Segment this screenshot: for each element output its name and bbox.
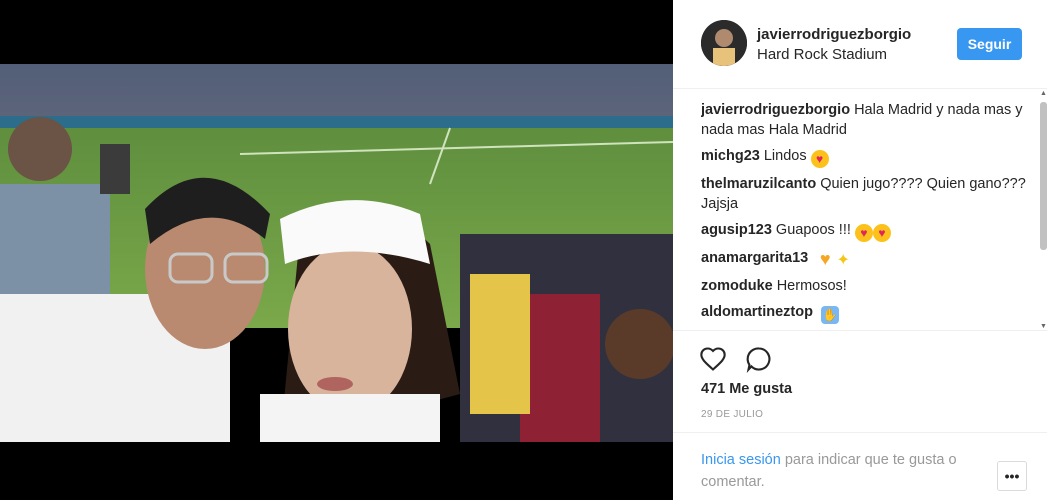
list-item: michg23 Lindos ♥	[701, 146, 1031, 168]
post-date: 29 DE JULIO	[701, 409, 764, 420]
comment-username[interactable]: anamargarita13	[701, 250, 808, 266]
list-item: anamargarita13 ♥ ✦	[701, 248, 1031, 270]
location[interactable]: Hard Rock Stadium	[757, 46, 887, 63]
post-actions: 471 Me gusta 29 DE JULIO	[673, 330, 1047, 420]
comment-username[interactable]: thelmaruzilcanto	[701, 176, 816, 192]
comment-text: Lindos	[763, 148, 807, 164]
comments-scrollbar[interactable]: ▲ ▼	[1040, 88, 1047, 330]
raised-hands-emoji-icon: ✋	[821, 306, 840, 324]
sparkles-emoji-icon: ✦	[836, 252, 850, 269]
list-item: agusip123 Guapoos !!! ♥ ♥	[701, 220, 1031, 242]
login-text: Inicia sesión para indicar que te gusta …	[701, 449, 981, 493]
post-sidebar: javierrodriguezborgio Hard Rock Stadium …	[673, 0, 1047, 500]
scroll-up-arrow-icon[interactable]: ▲	[1040, 90, 1047, 97]
heart-eyes-emoji-icon: ♥	[854, 224, 873, 242]
comment-username[interactable]: zomoduke	[701, 278, 773, 294]
scroll-thumb[interactable]	[1040, 102, 1047, 250]
heart-eyes-emoji-icon: ♥	[810, 150, 829, 168]
like-count[interactable]: 471 Me gusta	[701, 381, 792, 397]
photo-panel	[0, 0, 673, 500]
login-prompt: Inicia sesión para indicar que te gusta …	[673, 432, 1047, 501]
list-item: thelmaruzilcanto Quien jugo???? Quien gan…	[701, 174, 1031, 214]
scroll-down-arrow-icon[interactable]: ▼	[1040, 323, 1047, 330]
comment-username[interactable]: agusip123	[701, 222, 772, 238]
heart-eyes-emoji-icon: ♥	[872, 224, 891, 242]
comments-list: javierrodriguezborgio Hala Madrid y nada …	[701, 100, 1031, 332]
comment-username[interactable]: michg23	[701, 148, 760, 164]
comment-username[interactable]: javierrodriguezborgio	[701, 102, 850, 118]
list-item: aldomartineztop ✋	[701, 302, 1031, 324]
yellow-heart-emoji-icon: ♥	[819, 249, 831, 269]
comment-text: Hermosos!	[776, 278, 847, 294]
avatar[interactable]	[701, 20, 747, 66]
post-photo[interactable]	[0, 64, 673, 442]
comment-text: Guapoos !!!	[775, 222, 851, 238]
comment-bubble-icon[interactable]	[745, 345, 773, 373]
comment-username[interactable]: aldomartineztop	[701, 304, 813, 320]
post-header: javierrodriguezborgio Hard Rock Stadium …	[673, 0, 1047, 89]
like-heart-icon[interactable]	[699, 345, 727, 373]
list-item: zomoduke Hermosos!	[701, 276, 1031, 296]
list-item: javierrodriguezborgio Hala Madrid y nada …	[701, 100, 1031, 140]
username[interactable]: javierrodriguezborgio	[757, 26, 911, 43]
follow-button[interactable]: Seguir	[957, 28, 1022, 60]
login-link[interactable]: Inicia sesión	[701, 452, 781, 468]
more-options-button[interactable]: •••	[997, 461, 1027, 491]
